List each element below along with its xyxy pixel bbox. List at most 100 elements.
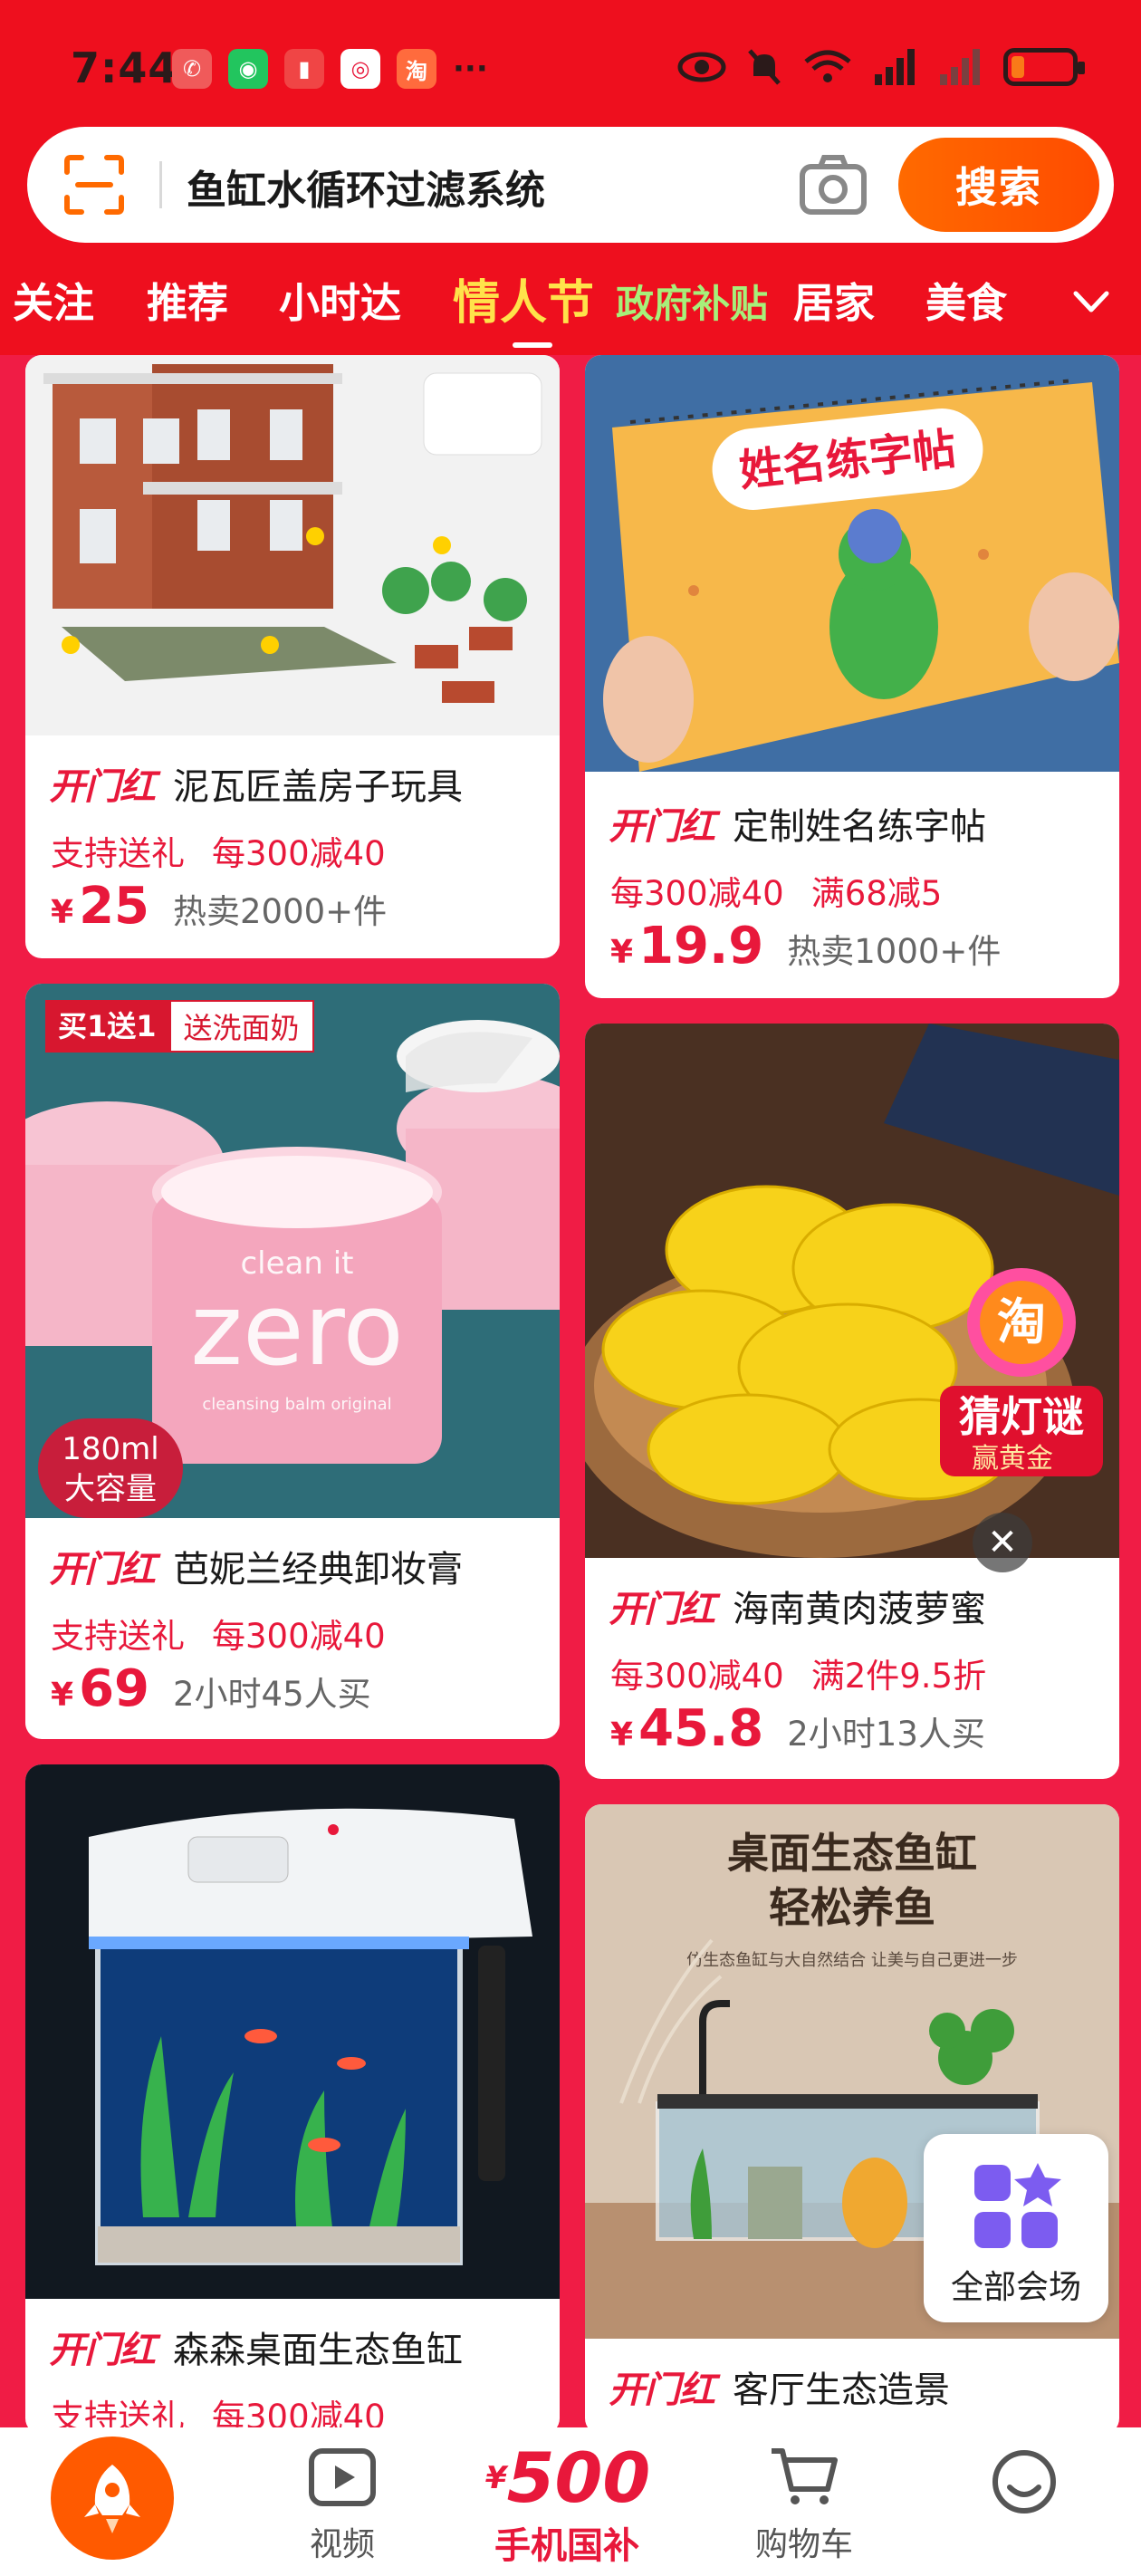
product-title-row: 开门红 海南黄肉菠萝蜜 <box>609 1580 986 1632</box>
price-row: ¥19.9 热卖1000+件 <box>610 917 1001 976</box>
promo-row: 每300减40 满68减5 <box>610 866 942 915</box>
search-bar[interactable]: 鱼缸水循环过滤系统 搜索 <box>27 127 1114 243</box>
product-title: 森森桌面生态鱼缸 <box>173 2330 463 2371</box>
tab-gov-subsidy[interactable]: 政府补贴 <box>616 274 768 329</box>
tab-recommend[interactable]: 推荐 <box>147 270 228 329</box>
promo-item: 满2件9.5折 <box>810 1657 987 1696</box>
sales-count: 热卖2000+件 <box>173 892 388 931</box>
promo-row: 支持送礼 每300减40 <box>51 1609 386 1658</box>
lantern-riddle-badge[interactable]: 淘 猜灯谜 赢黄金 <box>931 1259 1112 1504</box>
product-card[interactable]: 姓名练字帖 开门红 定制姓名练字帖 每300减40 满68减5 ¥19.9 热卖… <box>585 355 1119 998</box>
nav-home[interactable] <box>51 2437 174 2560</box>
promo-row: 每300减40 满2件9.5折 <box>610 1648 986 1697</box>
weibo-icon: ◎ <box>340 49 380 89</box>
system-icons <box>677 47 1085 87</box>
product-title-row: 开门红 芭妮兰经典卸妆膏 <box>49 1540 463 1592</box>
grid-apps-icon <box>974 2163 1061 2248</box>
product-card[interactable]: 开门红 森森桌面生态鱼缸 支持送礼 每300减40 <box>25 1764 560 2435</box>
nav-video[interactable]: 视频 <box>288 2446 397 2565</box>
all-venues-label: 全部会场 <box>950 2269 1081 2306</box>
chevron-down-icon[interactable] <box>1069 279 1114 324</box>
product-price: ¥45.8 <box>610 1699 764 1758</box>
close-badge-button[interactable]: ✕ <box>973 1513 1032 1572</box>
product-card[interactable]: zero clean it cleansing balm original 买1… <box>25 984 560 1739</box>
svg-text:猜灯谜: 猜灯谜 <box>959 1392 1084 1441</box>
nav-cart[interactable]: 购物车 <box>732 2446 877 2565</box>
nav-video-label: 视频 <box>309 2526 375 2563</box>
product-price: ¥69 <box>51 1659 149 1718</box>
sales-count: 热卖1000+件 <box>787 932 1002 971</box>
camera-icon[interactable] <box>797 150 869 219</box>
rocket-icon <box>84 2465 140 2533</box>
mute-bell-icon <box>748 49 781 85</box>
tab-food[interactable]: 美食 <box>925 270 1007 329</box>
svg-text:仿生态鱼缸与大自然结合 让美与自己更进一步: 仿生态鱼缸与大自然结合 让美与自己更进一步 <box>686 1950 1018 1970</box>
promo-item: 满68减5 <box>810 874 943 913</box>
sales-count: 2小时45人买 <box>173 1675 371 1714</box>
promo-item: 每300减40 <box>212 1617 386 1656</box>
promo-badges: 买1送1 送洗面奶 <box>45 1000 314 1053</box>
message-icon: ▮ <box>284 49 324 89</box>
product-card[interactable]: 桌面生态鱼缸 轻松养鱼 仿生态鱼缸与大自然结合 让美与自己更进一步 开门红 客厅… <box>585 1804 1119 2435</box>
header: 7:44 ✆ ◉ ▮ ◎ 淘 ··· 鱼缸水循环过滤系统 搜索 关注 推荐 小时… <box>0 0 1141 355</box>
promo-tag: 开门红 <box>609 2370 715 2410</box>
category-tabs: 关注 推荐 小时达 情人节 政府补贴 居家 美食 <box>0 263 1141 348</box>
nav-phone-subsidy[interactable]: ¥500 手机国补 <box>485 2437 651 2569</box>
svg-text:clean it: clean it <box>240 1245 353 1282</box>
product-title: 定制姓名练字帖 <box>733 806 986 848</box>
taobao-icon: 淘 <box>397 49 436 89</box>
all-venues-button[interactable]: 全部会场 <box>924 2134 1108 2322</box>
search-button[interactable]: 搜索 <box>898 138 1099 232</box>
price-row: ¥25 热卖2000+件 <box>51 877 387 936</box>
subsidy-label: 手机国补 <box>494 2525 639 2567</box>
product-title: 海南黄肉菠萝蜜 <box>733 1589 986 1630</box>
product-image <box>25 1764 560 2299</box>
sales-count: 2小时13人买 <box>787 1715 985 1754</box>
product-title-row: 开门红 定制姓名练字帖 <box>609 797 986 850</box>
promo-tag: 开门红 <box>49 2331 156 2370</box>
capacity-badge: 180ml 大容量 <box>38 1418 183 1518</box>
promo-tag: 开门红 <box>49 767 156 807</box>
tab-hourly[interactable]: 小时达 <box>279 270 401 329</box>
svg-text:轻松养鱼: 轻松养鱼 <box>769 1883 935 1932</box>
promo-row: 支持送礼 每300减40 <box>51 826 386 875</box>
promo-tag: 开门红 <box>609 1590 715 1629</box>
notification-icons: ✆ ◉ ▮ ◎ 淘 ··· <box>172 49 488 89</box>
promo-item: 每300减40 <box>610 874 784 913</box>
wifi-icon <box>804 50 851 82</box>
product-title-row: 开门红 客厅生态造景 <box>609 2360 950 2413</box>
tab-home[interactable]: 居家 <box>793 270 875 329</box>
product-price: ¥19.9 <box>610 917 764 976</box>
price-row: ¥69 2小时45人买 <box>51 1659 371 1718</box>
battery-icon <box>1003 48 1085 86</box>
badge-buy-one-get-one: 买1送1 <box>45 1000 169 1053</box>
video-icon <box>309 2448 376 2506</box>
status-time: 7:44 <box>71 43 178 92</box>
tab-valentines[interactable]: 情人节 <box>453 264 594 332</box>
promo-item: 每300减40 <box>212 834 386 873</box>
product-title: 客厅生态造景 <box>733 2369 950 2411</box>
subsidy-amount: ¥500 <box>485 2437 651 2518</box>
product-image: 姓名练字帖 <box>585 355 1119 772</box>
scan-icon[interactable] <box>62 152 127 217</box>
svg-text:cleansing balm original: cleansing balm original <box>202 1395 391 1414</box>
signal-icon <box>875 49 915 85</box>
svg-text:赢黄金: 赢黄金 <box>972 1443 1053 1475</box>
svg-text:淘: 淘 <box>997 1293 1046 1350</box>
nav-profile[interactable] <box>983 2446 1065 2522</box>
cart-icon <box>772 2448 838 2504</box>
product-title: 泥瓦匠盖房子玩具 <box>173 766 463 808</box>
search-input[interactable]: 鱼缸水循环过滤系统 <box>187 158 545 216</box>
smiley-icon <box>992 2450 1056 2514</box>
product-price: ¥25 <box>51 877 149 936</box>
svg-text:zero: zero <box>190 1272 404 1388</box>
price-row: ¥45.8 2小时13人买 <box>610 1699 985 1758</box>
nav-cart-label: 购物车 <box>754 2526 853 2563</box>
product-card[interactable]: 开门红 泥瓦匠盖房子玩具 支持送礼 每300减40 ¥25 热卖2000+件 <box>25 355 560 958</box>
tab-follow[interactable]: 关注 <box>13 270 94 329</box>
status-bar: 7:44 ✆ ◉ ▮ ◎ 淘 ··· <box>0 0 1141 127</box>
bottom-nav: 视频 ¥500 手机国补 购物车 <box>0 2427 1141 2576</box>
product-image <box>25 355 560 735</box>
product-title-row: 开门红 泥瓦匠盖房子玩具 <box>49 757 463 810</box>
active-tab-indicator <box>513 342 552 348</box>
